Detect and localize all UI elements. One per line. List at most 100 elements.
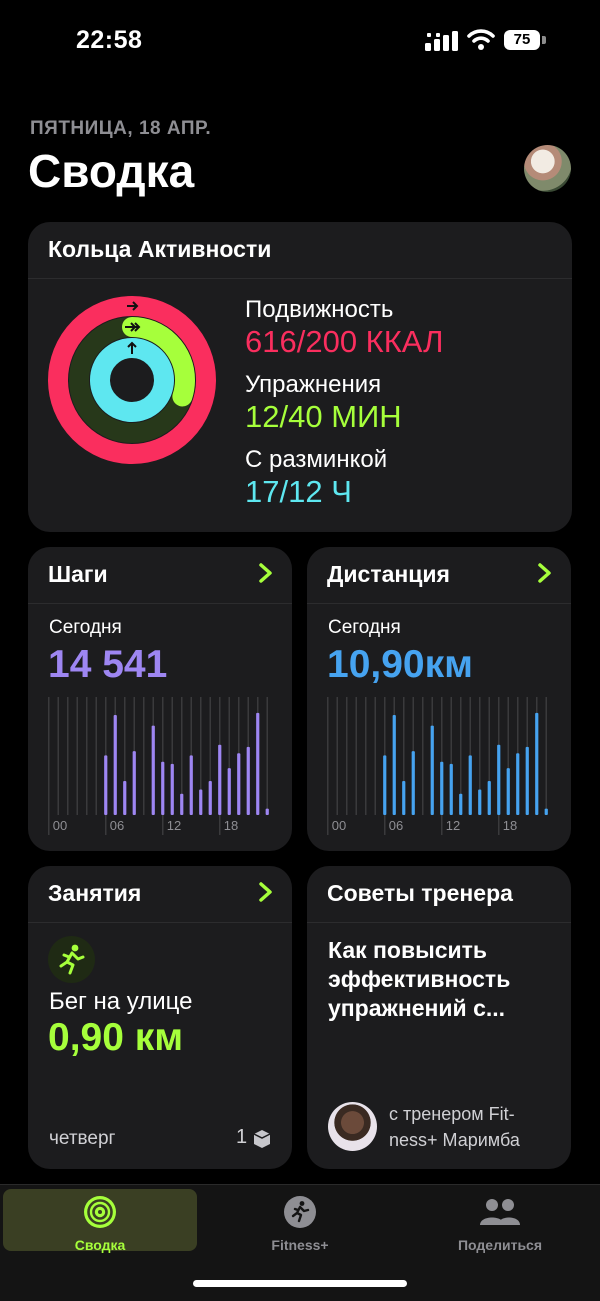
- tick-label: 06: [110, 818, 124, 833]
- running-figure-icon: [284, 1196, 316, 1228]
- move-label: Подвижность: [245, 296, 394, 323]
- hour-bar: [411, 751, 415, 815]
- hour-bar: [123, 780, 127, 815]
- hour-bar: [544, 808, 548, 815]
- chevron-right-icon[interactable]: [537, 561, 553, 585]
- hour-bar: [525, 746, 529, 815]
- workout-day: четверг: [49, 1128, 116, 1149]
- hour-bar: [132, 751, 136, 815]
- hour-bar: [227, 768, 231, 815]
- activity-rings-icon: [84, 1196, 116, 1228]
- hour-bar: [383, 755, 387, 815]
- stand-ring: [90, 338, 174, 422]
- activity-card-title: Кольца Активности: [48, 236, 272, 262]
- hour-bar: [449, 763, 453, 815]
- workout-name: Бег на улице: [49, 988, 193, 1015]
- hour-bar: [516, 753, 520, 815]
- distance-card[interactable]: Дистанция Сегодня 10,90км 00 06 12 18: [307, 547, 571, 851]
- card-header: Шаги: [28, 547, 292, 604]
- people-icon: [480, 1199, 520, 1225]
- hour-bar: [506, 768, 510, 815]
- tips-card-title: Советы тренера: [327, 880, 513, 906]
- hour-bar: [478, 789, 482, 815]
- hour-bar: [208, 780, 212, 815]
- hour-bar: [113, 714, 117, 815]
- activity-rings-card[interactable]: Кольца Активности Подвижность 616/200 КК…: [28, 222, 572, 532]
- steps-card[interactable]: Шаги Сегодня 14 541 00 06 12 18: [28, 547, 292, 851]
- activity-rings-chart: [48, 296, 216, 464]
- distance-hourly-chart: 00 06 12 18: [327, 697, 548, 835]
- tick-label: 00: [53, 818, 67, 833]
- hour-bar: [440, 761, 444, 815]
- tick-label: 18: [503, 818, 517, 833]
- hour-bar: [497, 744, 501, 815]
- hour-bar: [535, 712, 539, 815]
- chevron-right-icon[interactable]: [258, 880, 274, 904]
- battery-icon: 75: [504, 30, 548, 52]
- hour-bar: [218, 744, 222, 815]
- stand-label: С разминкой: [245, 446, 388, 473]
- card-header: Советы тренера: [307, 866, 571, 923]
- stack-icon: [253, 1130, 271, 1148]
- hour-bar: [237, 753, 241, 815]
- distance-value: 10,90км: [327, 643, 473, 686]
- hour-bar: [151, 725, 155, 815]
- tick-label: 12: [446, 818, 460, 833]
- hour-bar: [459, 793, 463, 815]
- tab-fitness-plus[interactable]: Fitness+: [203, 1189, 397, 1253]
- cellular-signal-icon: [425, 31, 458, 51]
- exercise-label: Упражнения: [245, 371, 382, 398]
- trainer-tips-card[interactable]: Советы тренера Как повысить эффективност…: [307, 866, 571, 1169]
- exercise-value: 12/40 МИН: [245, 399, 402, 434]
- page-title: Сводка: [28, 145, 195, 197]
- hour-bar: [161, 761, 165, 815]
- hour-bar: [180, 793, 184, 815]
- trainer-caption-line1: с тренером Fit-: [389, 1104, 515, 1124]
- wifi-icon: [467, 29, 495, 50]
- tab-summary-label: Сводка: [74, 1237, 126, 1253]
- tab-summary[interactable]: Сводка: [3, 1189, 197, 1253]
- steps-card-title: Шаги: [48, 561, 108, 587]
- battery-percent: 75: [513, 31, 531, 48]
- tab-share[interactable]: Поделиться: [403, 1189, 597, 1253]
- trainer-avatar: [328, 1102, 377, 1151]
- hour-bar: [256, 712, 260, 815]
- tab-share-label: Поделиться: [457, 1237, 543, 1253]
- chevron-right-icon[interactable]: [258, 561, 274, 585]
- hour-bar: [265, 808, 269, 815]
- hour-bar: [468, 755, 472, 815]
- tick-label: 00: [332, 818, 346, 833]
- home-indicator[interactable]: [193, 1280, 407, 1287]
- hour-bar: [487, 780, 491, 815]
- steps-hourly-chart: 00 06 12 18: [48, 697, 269, 835]
- hour-bar: [199, 789, 203, 815]
- steps-today-label: Сегодня: [49, 617, 122, 638]
- hour-bar: [170, 763, 174, 815]
- status-time: 22:58: [76, 26, 143, 54]
- date-label: ПЯТНИЦА, 18 АПР.: [30, 118, 212, 139]
- stand-value: 17/12 Ч: [245, 474, 352, 509]
- hour-bar: [246, 746, 250, 815]
- card-header: Дистанция: [307, 547, 571, 604]
- card-header: Занятия: [28, 866, 292, 923]
- hour-bar: [392, 714, 396, 815]
- hour-bar: [104, 755, 108, 815]
- hour-bar: [189, 755, 193, 815]
- distance-card-title: Дистанция: [327, 561, 450, 587]
- tick-label: 06: [389, 818, 403, 833]
- tick-label: 18: [224, 818, 238, 833]
- workouts-card-title: Занятия: [48, 880, 142, 906]
- steps-value: 14 541: [48, 643, 168, 686]
- trainer-caption-line2: ness+ Маримба: [389, 1130, 520, 1150]
- outdoor-run-icon: [48, 936, 95, 983]
- card-header: Кольца Активности: [28, 222, 572, 279]
- workouts-card[interactable]: Занятия Бег на улице 0,90 км четверг 1: [28, 866, 292, 1169]
- profile-avatar[interactable]: [524, 145, 571, 192]
- distance-today-label: Сегодня: [328, 617, 401, 638]
- workout-distance: 0,90 км: [48, 1016, 184, 1059]
- hour-bar: [430, 725, 434, 815]
- workout-count: 1: [236, 1126, 248, 1148]
- hour-bar: [402, 780, 406, 815]
- tip-text: Как повысить эффективность упражнений с.…: [328, 937, 511, 1021]
- move-value: 616/200 ККАЛ: [245, 324, 444, 359]
